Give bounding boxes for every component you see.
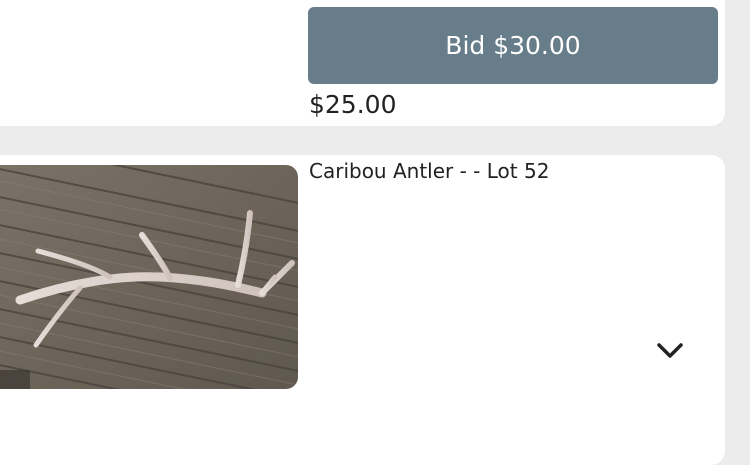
chevron-down-icon[interactable] (654, 338, 686, 364)
bid-button-label: Bid $30.00 (445, 31, 581, 60)
bid-button[interactable]: Bid $30.00 (308, 7, 718, 84)
lot-title[interactable]: Caribou Antler - - Lot 52 (309, 157, 549, 185)
lot-image[interactable] (0, 165, 298, 389)
current-price: $25.00 (309, 90, 397, 119)
